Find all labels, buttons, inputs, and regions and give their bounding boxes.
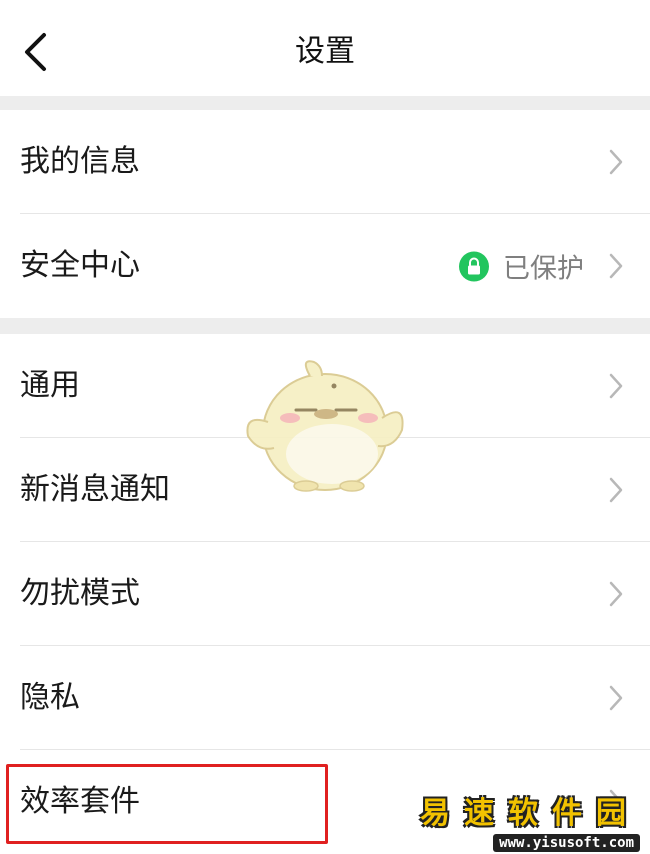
highlight-annotation-box	[6, 764, 328, 844]
settings-item-label: 安全中心	[20, 248, 140, 283]
chevron-right-icon	[609, 373, 623, 399]
settings-item-my-info[interactable]: 我的信息	[0, 110, 650, 214]
chevron-right-icon	[609, 253, 623, 279]
settings-item-label: 新消息通知	[20, 472, 170, 507]
settings-item-privacy[interactable]: 隐私	[0, 646, 650, 750]
nav-header: 设置	[0, 0, 650, 96]
page-title: 设置	[295, 34, 355, 69]
lock-icon	[459, 251, 489, 281]
watermark-title: 易速软件园	[420, 796, 640, 831]
chevron-right-icon	[609, 685, 623, 711]
chevron-right-icon	[609, 581, 623, 607]
settings-item-label: 通用	[20, 368, 80, 403]
section-gap	[0, 96, 650, 110]
settings-item-security-center[interactable]: 安全中心 已保护	[0, 214, 650, 318]
watermark-url: www.yisusoft.com	[493, 834, 640, 852]
status-text: 已保护	[503, 253, 584, 285]
settings-item-do-not-disturb[interactable]: 勿扰模式	[0, 542, 650, 646]
chevron-right-icon	[609, 477, 623, 503]
chevron-right-icon	[609, 149, 623, 175]
section-gap	[0, 318, 650, 334]
watermark: 易速软件园 www.yisusoft.com	[420, 788, 640, 852]
settings-item-label: 勿扰模式	[20, 576, 140, 611]
settings-item-label: 我的信息	[20, 144, 140, 179]
security-status: 已保护	[459, 247, 584, 286]
mascot-sticker-icon	[246, 360, 404, 492]
settings-item-label: 隐私	[20, 680, 80, 715]
